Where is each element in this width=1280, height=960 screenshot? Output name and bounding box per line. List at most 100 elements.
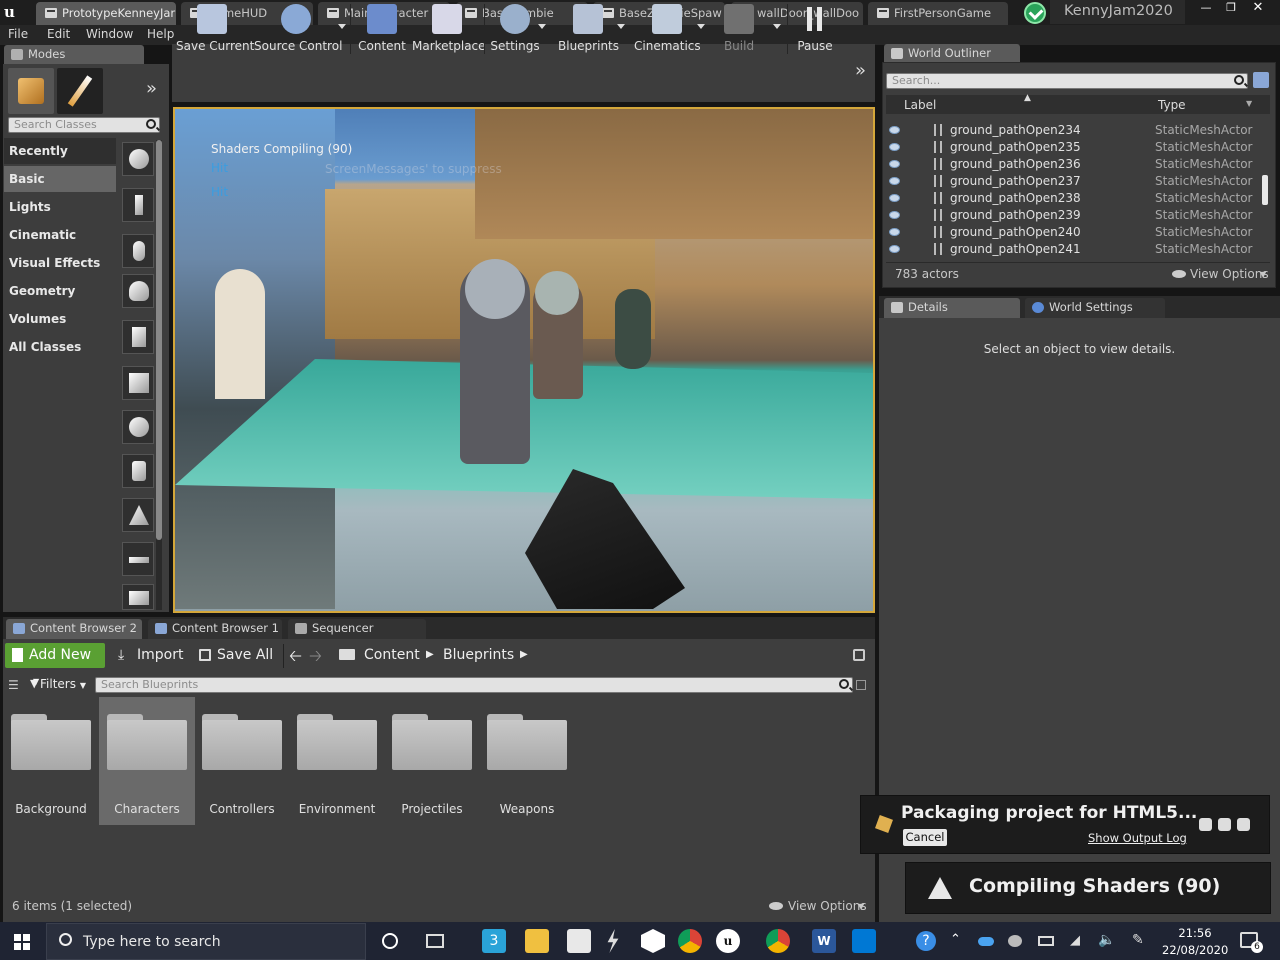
- minimize-button[interactable]: —: [1194, 0, 1218, 16]
- filters-button[interactable]: ▼ Filters ▼: [30, 677, 86, 691]
- category-volumes[interactable]: Volumes: [4, 306, 116, 332]
- type-dropdown-icon[interactable]: ▼: [1246, 99, 1252, 108]
- settings-dropdown-icon[interactable]: [538, 24, 546, 29]
- tab-sequencer[interactable]: Sequencer: [288, 619, 426, 639]
- scrollbar-thumb[interactable]: [156, 140, 162, 540]
- action-center-icon[interactable]: 6: [1240, 932, 1263, 953]
- chrome-icon[interactable]: [678, 929, 702, 953]
- outliner-row[interactable]: ground_pathOpen237 StaticMeshActor: [886, 173, 1260, 190]
- tab-prototype-kenney-jar[interactable]: PrototypeKenneyJar: [36, 2, 176, 25]
- marketplace-button[interactable]: Marketplace: [412, 2, 486, 56]
- menu-window[interactable]: Window: [86, 27, 133, 41]
- visibility-eye-icon[interactable]: [889, 160, 900, 168]
- settings-button[interactable]: Settings: [489, 2, 541, 56]
- taskbar-date[interactable]: 22/08/2020: [1162, 943, 1228, 957]
- cortana-icon[interactable]: [382, 933, 398, 949]
- folder-projectiles[interactable]: [392, 714, 472, 770]
- word-icon[interactable]: W: [812, 929, 836, 953]
- menu-file[interactable]: File: [8, 27, 28, 41]
- search-blueprints-input[interactable]: Search Blueprints: [95, 677, 853, 693]
- wifi-icon[interactable]: ◢: [1070, 933, 1080, 948]
- visibility-eye-icon[interactable]: [889, 177, 900, 185]
- actor-cube[interactable]: [122, 366, 154, 400]
- close-button[interactable]: ✕: [1246, 0, 1270, 16]
- toolbar-overflow-chevron-icon[interactable]: »: [855, 60, 866, 81]
- outliner-view-options[interactable]: View Options: [1190, 267, 1269, 281]
- cloud-error-icon[interactable]: [1008, 935, 1022, 947]
- source-control-dropdown-icon[interactable]: [338, 24, 346, 29]
- outliner-row[interactable]: ground_pathOpen239 StaticMeshActor: [886, 207, 1260, 224]
- taskbar-time[interactable]: 21:56: [1170, 926, 1220, 940]
- onedrive-icon[interactable]: [978, 937, 994, 946]
- folder-controllers[interactable]: [202, 714, 282, 770]
- outliner-scrollbar-thumb[interactable]: [1262, 175, 1268, 205]
- help-icon[interactable]: ?: [916, 931, 936, 951]
- import-button[interactable]: ⤓ Import: [118, 647, 183, 663]
- breadcrumb-separator-icon[interactable]: ▶: [426, 649, 434, 660]
- source-control-button[interactable]: Source Control: [254, 2, 342, 56]
- tab-content-browser-1[interactable]: Content Browser 1: [148, 619, 282, 639]
- visibility-eye-icon[interactable]: [889, 143, 900, 151]
- sources-panel-toggle-icon[interactable]: ☰: [8, 678, 19, 692]
- unreal-logo-icon[interactable]: u: [4, 3, 24, 22]
- sort-asc-icon[interactable]: ▲: [1024, 93, 1031, 103]
- breadcrumb-content[interactable]: Content: [364, 647, 420, 663]
- actor-trigger[interactable]: [122, 320, 154, 354]
- modes-scrollbar[interactable]: [156, 140, 162, 610]
- maximize-button[interactable]: ❐: [1219, 0, 1243, 16]
- breadcrumb-blueprints[interactable]: Blueprints: [443, 647, 514, 663]
- build-dropdown-icon[interactable]: [773, 24, 781, 29]
- save-current-button[interactable]: Save Current: [176, 2, 254, 56]
- blueprints-button[interactable]: Blueprints: [558, 2, 619, 56]
- add-new-button[interactable]: Add New ▼: [5, 643, 105, 686]
- file-explorer-icon[interactable]: [525, 929, 549, 953]
- show-hidden-icons-chevron-icon[interactable]: ⌃: [950, 932, 961, 947]
- actor-cylinder[interactable]: [122, 454, 154, 488]
- outliner-row[interactable]: ground_pathOpen236 StaticMeshActor: [886, 156, 1260, 173]
- folder-weapons[interactable]: [487, 714, 567, 770]
- category-all-classes[interactable]: All Classes: [4, 334, 116, 360]
- menu-edit[interactable]: Edit: [47, 27, 70, 41]
- back-arrow-icon[interactable]: 🡠: [289, 645, 302, 672]
- outliner-row[interactable]: ground_pathOpen241 StaticMeshActor: [886, 241, 1260, 258]
- category-lights[interactable]: Lights: [4, 194, 116, 220]
- cinematics-button[interactable]: Cinematics: [634, 2, 701, 56]
- category-geometry[interactable]: Geometry: [4, 278, 116, 304]
- battery-icon[interactable]: [1038, 936, 1054, 946]
- visibility-eye-icon[interactable]: [889, 245, 900, 253]
- taskbar-search-box[interactable]: Type here to search: [46, 923, 366, 960]
- cancel-packaging-button[interactable]: Cancel: [903, 829, 947, 846]
- actor-player-start[interactable]: [122, 188, 154, 222]
- app-icon-3[interactable]: 3: [482, 929, 506, 953]
- outliner-search-input[interactable]: Search...: [886, 73, 1248, 89]
- mail-icon[interactable]: [852, 929, 876, 953]
- folder-environment[interactable]: [297, 714, 377, 770]
- store-icon[interactable]: [567, 929, 591, 953]
- world-outliner-tab[interactable]: World Outliner: [884, 44, 1020, 64]
- more-modes-chevron-icon[interactable]: »: [146, 78, 157, 99]
- forward-arrow-icon[interactable]: 🡢: [309, 645, 322, 672]
- details-tab[interactable]: Details: [884, 298, 1020, 318]
- volume-icon[interactable]: 🔈: [1098, 932, 1115, 948]
- place-mode-button[interactable]: [8, 68, 54, 114]
- view-options-dropdown-icon[interactable]: ▼: [1260, 270, 1266, 279]
- modes-tab[interactable]: Modes: [4, 45, 144, 65]
- category-cinematic[interactable]: Cinematic: [4, 222, 116, 248]
- visibility-eye-icon[interactable]: [889, 211, 900, 219]
- source-control-status-icon[interactable]: [1024, 2, 1046, 24]
- lock-icon[interactable]: [853, 649, 865, 661]
- search-classes-input[interactable]: Search Classes: [8, 117, 160, 133]
- actor-empty-sphere[interactable]: [122, 142, 154, 176]
- category-visual-effects[interactable]: Visual Effects: [4, 250, 116, 276]
- unreal-engine-taskbar-icon[interactable]: u: [716, 929, 740, 953]
- pause-button[interactable]: Pause: [792, 2, 838, 56]
- paint-mode-button[interactable]: [57, 68, 103, 114]
- visibility-eye-icon[interactable]: [889, 194, 900, 202]
- actor-point-light[interactable]: [122, 274, 154, 308]
- pen-icon[interactable]: ✎: [1132, 932, 1144, 948]
- col-label-header[interactable]: Label: [904, 98, 936, 112]
- save-search-icon[interactable]: [856, 680, 866, 690]
- cb-view-options[interactable]: View Options: [788, 899, 867, 913]
- folder-characters[interactable]: [107, 714, 187, 770]
- cinematics-dropdown-icon[interactable]: [697, 24, 705, 29]
